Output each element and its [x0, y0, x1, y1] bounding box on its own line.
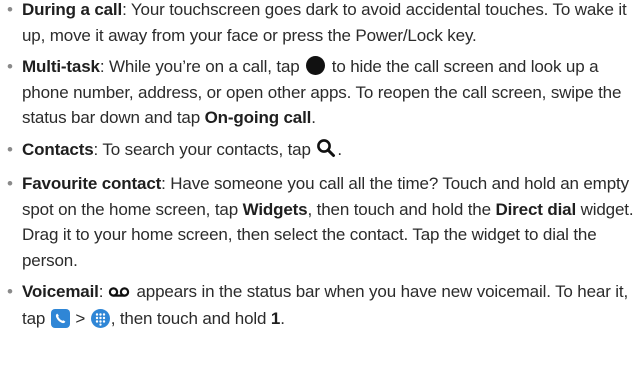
- tip-term: Multi-task: [22, 57, 100, 76]
- tips-list: • During a call: Your touchscreen goes d…: [0, 0, 642, 337]
- tip-term: Favourite contact: [22, 174, 162, 193]
- bullet: •: [7, 139, 13, 159]
- tip-text: : To search your contacts, tap: [93, 139, 316, 159]
- dialpad-icon: [90, 308, 110, 328]
- home-circle-icon: [306, 56, 326, 75]
- voicemail-icon: [108, 280, 130, 306]
- tip-text: .: [337, 139, 342, 159]
- widgets-label: Widgets: [242, 199, 308, 219]
- tip-term: Contacts: [22, 139, 94, 159]
- tip-term: Voicemail: [22, 282, 99, 301]
- bullet: •: [7, 0, 13, 19]
- bullet: •: [7, 57, 13, 76]
- tip-text: .: [280, 308, 285, 328]
- key-one-label: 1: [270, 308, 281, 328]
- phone-app-icon: [50, 308, 70, 328]
- tip-term: During a call: [22, 0, 123, 19]
- tip-voicemail: • Voicemail: appears in the status bar w…: [0, 279, 642, 331]
- tip-during-a-call: • During a call: Your touchscreen goes d…: [0, 0, 642, 48]
- tip-contacts: • Contacts: To search your contacts, tap…: [0, 137, 642, 166]
- tip-text: , then touch and hold: [110, 308, 271, 328]
- bullet: •: [7, 282, 13, 301]
- tip-multi-task: • Multi-task: While you’re on a call, ta…: [0, 54, 642, 131]
- on-going-call-label: On-going call: [204, 108, 312, 127]
- tip-favourite-contact: • Favourite contact: Have someone you ca…: [0, 171, 642, 273]
- bullet: •: [7, 174, 13, 193]
- tip-text: :: [98, 282, 108, 301]
- tip-text: : While you’re on a call, tap: [99, 57, 305, 76]
- search-icon: [316, 138, 336, 166]
- direct-dial-label: Direct dial: [495, 199, 577, 219]
- tip-text: .: [311, 108, 316, 127]
- tip-text: >: [70, 308, 90, 328]
- tip-text: , then touch and hold the: [307, 199, 496, 219]
